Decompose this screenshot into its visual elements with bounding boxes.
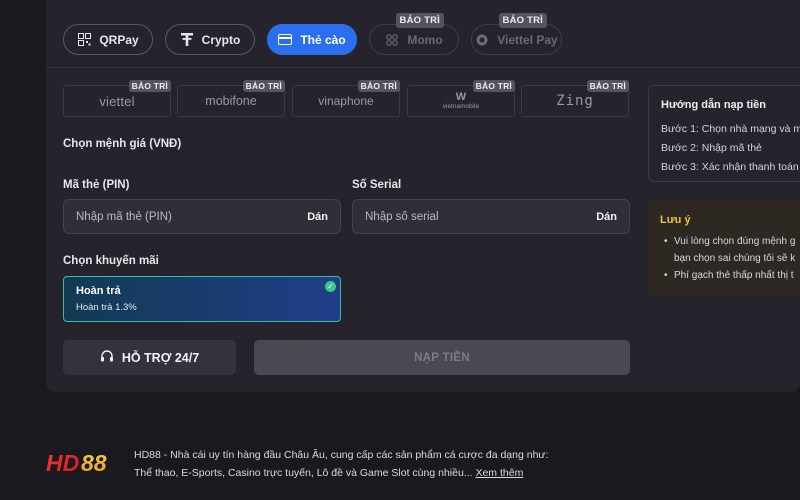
promo-title: Hoàn trả	[76, 285, 121, 297]
notice-item: bạn chọn sai chúng tôi sẽ k	[674, 253, 796, 264]
guide-step: Bước 1: Chọn nhà mạng và mệ	[661, 123, 800, 135]
tab-crypto[interactable]: Crypto	[165, 24, 255, 55]
carrier-vietnamobile[interactable]: W vietnamobile BẢO TRÌ	[407, 80, 515, 117]
maintenance-badge: BẢO TRÌ	[395, 13, 444, 28]
carrier-logo: Zing	[556, 93, 594, 109]
paste-serial-button[interactable]: Dán	[596, 211, 617, 223]
promo-subtitle: Hoàn trả 1.3%	[76, 302, 137, 313]
guide-step: Bước 2: Nhập mã thẻ	[661, 142, 762, 154]
maintenance-badge: BẢO TRÌ	[357, 80, 400, 92]
maintenance-badge: BẢO TRÌ	[586, 80, 629, 92]
read-more-link[interactable]: Xem thêm	[475, 467, 523, 479]
check-icon: ✓	[325, 281, 336, 292]
pin-field: Dán	[63, 199, 341, 234]
tab-the-cao[interactable]: Thẻ cào	[267, 24, 357, 55]
footer-description: HD88 - Nhà cái uy tín hàng đầu Châu Âu, …	[134, 446, 548, 482]
submit-button[interactable]: NẠP TIỀN	[254, 340, 630, 375]
card-icon	[278, 33, 293, 47]
carrier-viettel[interactable]: viettel BẢO TRÌ	[63, 80, 171, 117]
tab-momo[interactable]: Momo BẢO TRÌ	[369, 13, 459, 55]
tab-label: QRPay	[99, 32, 139, 47]
tether-icon	[180, 33, 194, 47]
promo-label: Chọn khuyến mãi	[63, 255, 159, 267]
hd88-logo: HD 88	[46, 448, 126, 478]
tab-label: Momo	[407, 32, 443, 47]
pin-input[interactable]	[76, 210, 276, 223]
tab-qrpay[interactable]: QRPay	[63, 24, 153, 55]
tab-viettel-pay[interactable]: Viettel Pay BẢO TRÌ	[471, 13, 562, 55]
tab-label: Crypto	[201, 32, 241, 47]
deposit-guide: Hướng dẫn nạp tiền Bước 1: Chọn nhà mạng…	[648, 85, 800, 182]
carrier-zing[interactable]: Zing BẢO TRÌ	[521, 80, 629, 117]
notice-item: Vui lòng chọn đúng mệnh g	[660, 233, 800, 250]
svg-text:HD: HD	[46, 450, 79, 476]
footer-line: HD88 - Nhà cái uy tín hàng đầu Châu Âu, …	[134, 449, 549, 461]
momo-icon	[385, 33, 399, 47]
guide-title: Hướng dẫn nạp tiền	[661, 99, 767, 111]
paste-pin-button[interactable]: Dán	[307, 211, 328, 223]
tab-label: Thẻ cào	[300, 32, 346, 47]
support-label: HỖ TRỢ 24/7	[121, 350, 200, 365]
support-button[interactable]: HỖ TRỢ 24/7	[63, 340, 236, 375]
guide-step: Bước 3: Xác nhận thanh toán	[661, 161, 799, 173]
viettel-pay-icon	[475, 33, 489, 47]
serial-label: Số Serial	[352, 179, 402, 191]
denomination-label: Chọn mệnh giá (VNĐ)	[63, 138, 182, 150]
headset-icon	[100, 349, 114, 366]
svg-text:88: 88	[81, 450, 107, 476]
maintenance-badge: BẢO TRÌ	[472, 80, 515, 92]
vietnamobile-logo-icon: W	[455, 90, 467, 103]
footer-line: Thể thao, E-Sports, Casino trực tuyến, L…	[134, 467, 473, 479]
serial-input[interactable]	[365, 210, 565, 223]
carrier-vinaphone[interactable]: vinaphone BẢO TRÌ	[292, 80, 400, 117]
notice-box: Lưu ý Vui lòng chọn đúng mệnh g bạn chọn…	[648, 200, 800, 296]
promo-option-hoan-tra[interactable]: Hoàn trả Hoàn trả 1.3% ✓	[63, 276, 341, 322]
carrier-mobifone[interactable]: mobifone BẢO TRÌ	[177, 80, 285, 117]
serial-field: Dán	[352, 199, 630, 234]
notice-item: Phí gạch thẻ thấp nhất thị t	[660, 267, 800, 284]
maintenance-badge: BẢO TRÌ	[128, 80, 171, 92]
pin-label: Mã thẻ (PIN)	[63, 179, 130, 191]
maintenance-badge: BẢO TRÌ	[498, 13, 547, 28]
carrier-logo: vinaphone	[318, 94, 374, 108]
carrier-logo: viettel	[99, 93, 135, 109]
qr-code-icon	[77, 33, 91, 47]
maintenance-badge: BẢO TRÌ	[242, 80, 285, 92]
carrier-logo: mobifone	[205, 94, 257, 108]
tab-label: Viettel Pay	[497, 32, 558, 47]
notice-title: Lưu ý	[660, 214, 691, 226]
carrier-logo: vietnamobile	[442, 102, 480, 110]
